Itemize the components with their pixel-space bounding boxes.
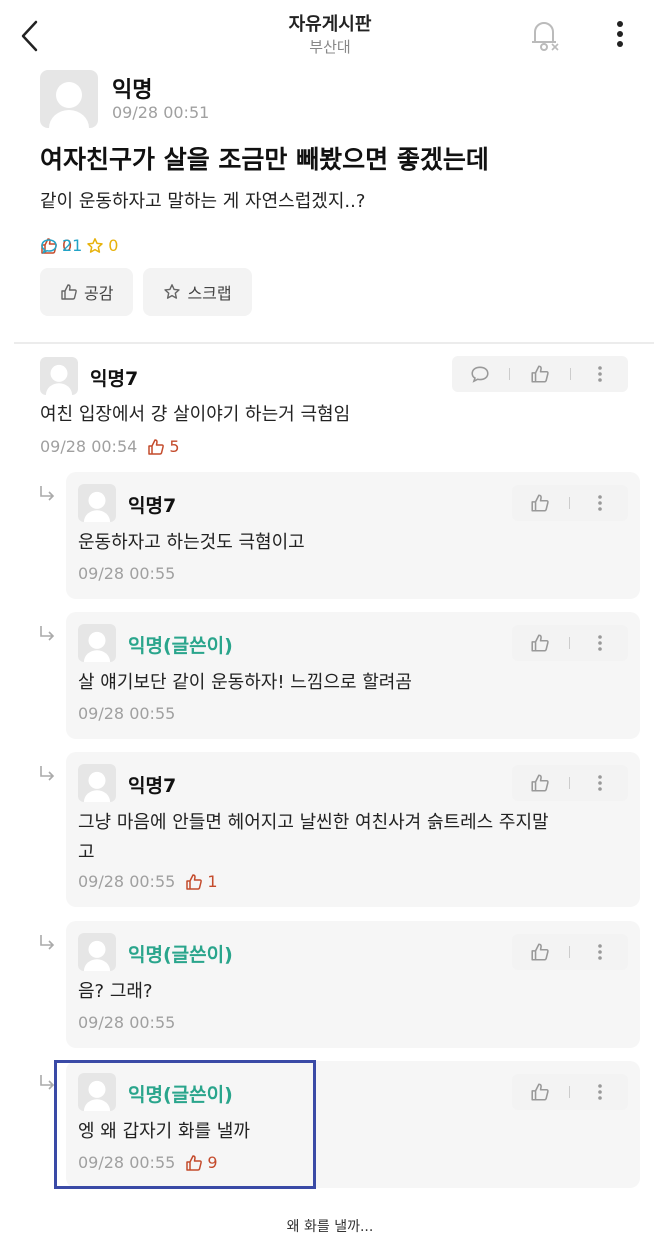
toolbar-separator	[569, 497, 571, 509]
post-time: 09/28 00:51	[112, 103, 210, 122]
comment-author: 익명(글쓴이)	[128, 635, 233, 657]
thumbs-up-icon[interactable]	[530, 942, 550, 962]
notification-toggle-button[interactable]	[526, 14, 562, 54]
toolbar-separator	[569, 777, 571, 789]
default-avatar-icon	[83, 491, 111, 522]
avatar	[78, 484, 116, 522]
comment-toolbar	[452, 356, 628, 392]
thumbs-up-icon[interactable]	[530, 633, 550, 653]
reply-bubble-icon[interactable]	[470, 364, 490, 384]
avatar	[78, 624, 116, 662]
comment-meta: 09/28 00:55	[78, 704, 175, 723]
comment-toolbar	[512, 934, 628, 970]
scrap-count: 0	[86, 236, 118, 255]
post-body: 같이 운동하자고 말하는 게 자연스럽겠지..?	[40, 191, 366, 212]
default-avatar-icon	[83, 940, 111, 971]
comment-author: 익명(글쓴이)	[128, 944, 233, 966]
comment-time: 09/28 00:54	[40, 437, 138, 456]
thumbs-up-icon[interactable]	[530, 493, 550, 513]
thumbs-up-icon	[186, 873, 203, 890]
star-icon	[164, 284, 181, 299]
reply-comment: 익명(글쓴이) 살 얘기보단 같이 운동하자! 느낌으로 할려곰 09/28 00:…	[66, 612, 640, 739]
post-actions: 공감 스크랩	[40, 268, 252, 316]
toolbar-separator	[569, 946, 571, 958]
avatar	[78, 933, 116, 971]
star-icon	[87, 237, 103, 253]
reply-arrow-icon	[38, 484, 58, 508]
comment-author: 익명7	[128, 775, 177, 797]
vertical-dots-icon[interactable]	[590, 364, 610, 384]
comment-toolbar	[512, 1074, 628, 1110]
comment-text: 여친 입장에서 걍 살이야기 하는거 극혐임	[40, 404, 351, 425]
comment-like-count: 5	[147, 437, 180, 456]
vertical-dots-icon	[617, 21, 623, 47]
comment-time: 09/28 00:55	[78, 1013, 176, 1032]
comment-meta: 09/28 00:55 1	[78, 872, 218, 891]
vertical-dots-icon[interactable]	[590, 942, 610, 962]
comment: 익명7 여친 입장에서 걍 살이야기 하는거 극혐임 09/28 00:54 5	[0, 350, 660, 465]
comment-like-count: 1	[185, 872, 218, 891]
comment-toolbar	[512, 625, 628, 661]
comment-text: 음? 그래?	[78, 981, 153, 1002]
post-stats: 0 21 0	[40, 236, 118, 255]
post-author: 익명	[112, 78, 153, 103]
comment-text: 그냥 마음에 안들면 헤어지고 날씬한 여친사겨 슭트레스 주지말 고	[78, 812, 549, 863]
reply-arrow-icon	[38, 624, 58, 648]
comment-meta: 09/28 00:55	[78, 564, 175, 583]
scrap-button[interactable]: 스크랩	[143, 268, 252, 316]
toolbar-separator	[509, 368, 511, 380]
comment-author: 익명7	[128, 495, 177, 517]
avatar	[40, 70, 98, 128]
vertical-dots-icon[interactable]	[590, 633, 610, 653]
thumbs-up-icon	[148, 438, 165, 455]
comment-count: 21	[40, 236, 82, 255]
comment-author: 익명7	[90, 368, 139, 390]
post-title: 여자친구가 살을 조금만 빼봤으면 좋겠는데	[40, 145, 489, 174]
toolbar-separator	[569, 637, 571, 649]
speech-bubble-icon	[41, 238, 57, 254]
avatar	[78, 764, 116, 802]
comment-meta: 09/28 00:55	[78, 1013, 175, 1032]
bell-off-icon	[532, 22, 559, 51]
thumbs-up-icon[interactable]	[530, 1082, 550, 1102]
top-bar: 자유게시판 부산대	[0, 0, 660, 64]
comment-meta: 09/28 00:54 5	[40, 437, 180, 456]
thumbs-up-icon[interactable]	[530, 364, 550, 384]
default-avatar-icon	[45, 364, 73, 395]
thumbs-up-icon	[61, 284, 77, 300]
more-options-button[interactable]	[604, 16, 636, 52]
section-divider	[14, 342, 654, 344]
comment-text: 살 얘기보단 같이 운동하자! 느낌으로 할려곰	[78, 672, 412, 693]
comment-text: 운동하자고 하는것도 극혐이고	[78, 532, 305, 553]
comment-time: 09/28 00:55	[78, 872, 176, 891]
comment-time: 09/28 00:55	[78, 704, 176, 723]
reply-arrow-icon	[38, 933, 58, 957]
reply-arrow-icon	[38, 764, 58, 788]
default-avatar-icon	[83, 771, 111, 802]
vertical-dots-icon[interactable]	[590, 773, 610, 793]
vertical-dots-icon[interactable]	[590, 1082, 610, 1102]
highlight-box	[54, 1060, 316, 1189]
comment-toolbar	[512, 765, 628, 801]
like-button[interactable]: 공감	[40, 268, 134, 316]
toolbar-separator	[569, 1086, 571, 1098]
reply-comment: 익명7 그냥 마음에 안들면 헤어지고 날씬한 여친사겨 슭트레스 주지말 고 09…	[66, 752, 640, 907]
default-avatar-icon	[49, 82, 89, 128]
comment-time: 09/28 00:55	[78, 564, 176, 583]
comment-toolbar	[512, 485, 628, 521]
caption: 왜 화를 낼까...	[286, 1219, 374, 1235]
reply-comment: 익명(글쓴이) 음? 그래? 09/28 00:55	[66, 921, 640, 1048]
default-avatar-icon	[83, 631, 111, 662]
vertical-dots-icon[interactable]	[590, 493, 610, 513]
thumbs-up-icon[interactable]	[530, 773, 550, 793]
reply-comment: 익명7 운동하자고 하는것도 극혐이고 09/28 00:55	[66, 472, 640, 599]
toolbar-separator	[569, 368, 571, 380]
avatar	[40, 357, 78, 395]
